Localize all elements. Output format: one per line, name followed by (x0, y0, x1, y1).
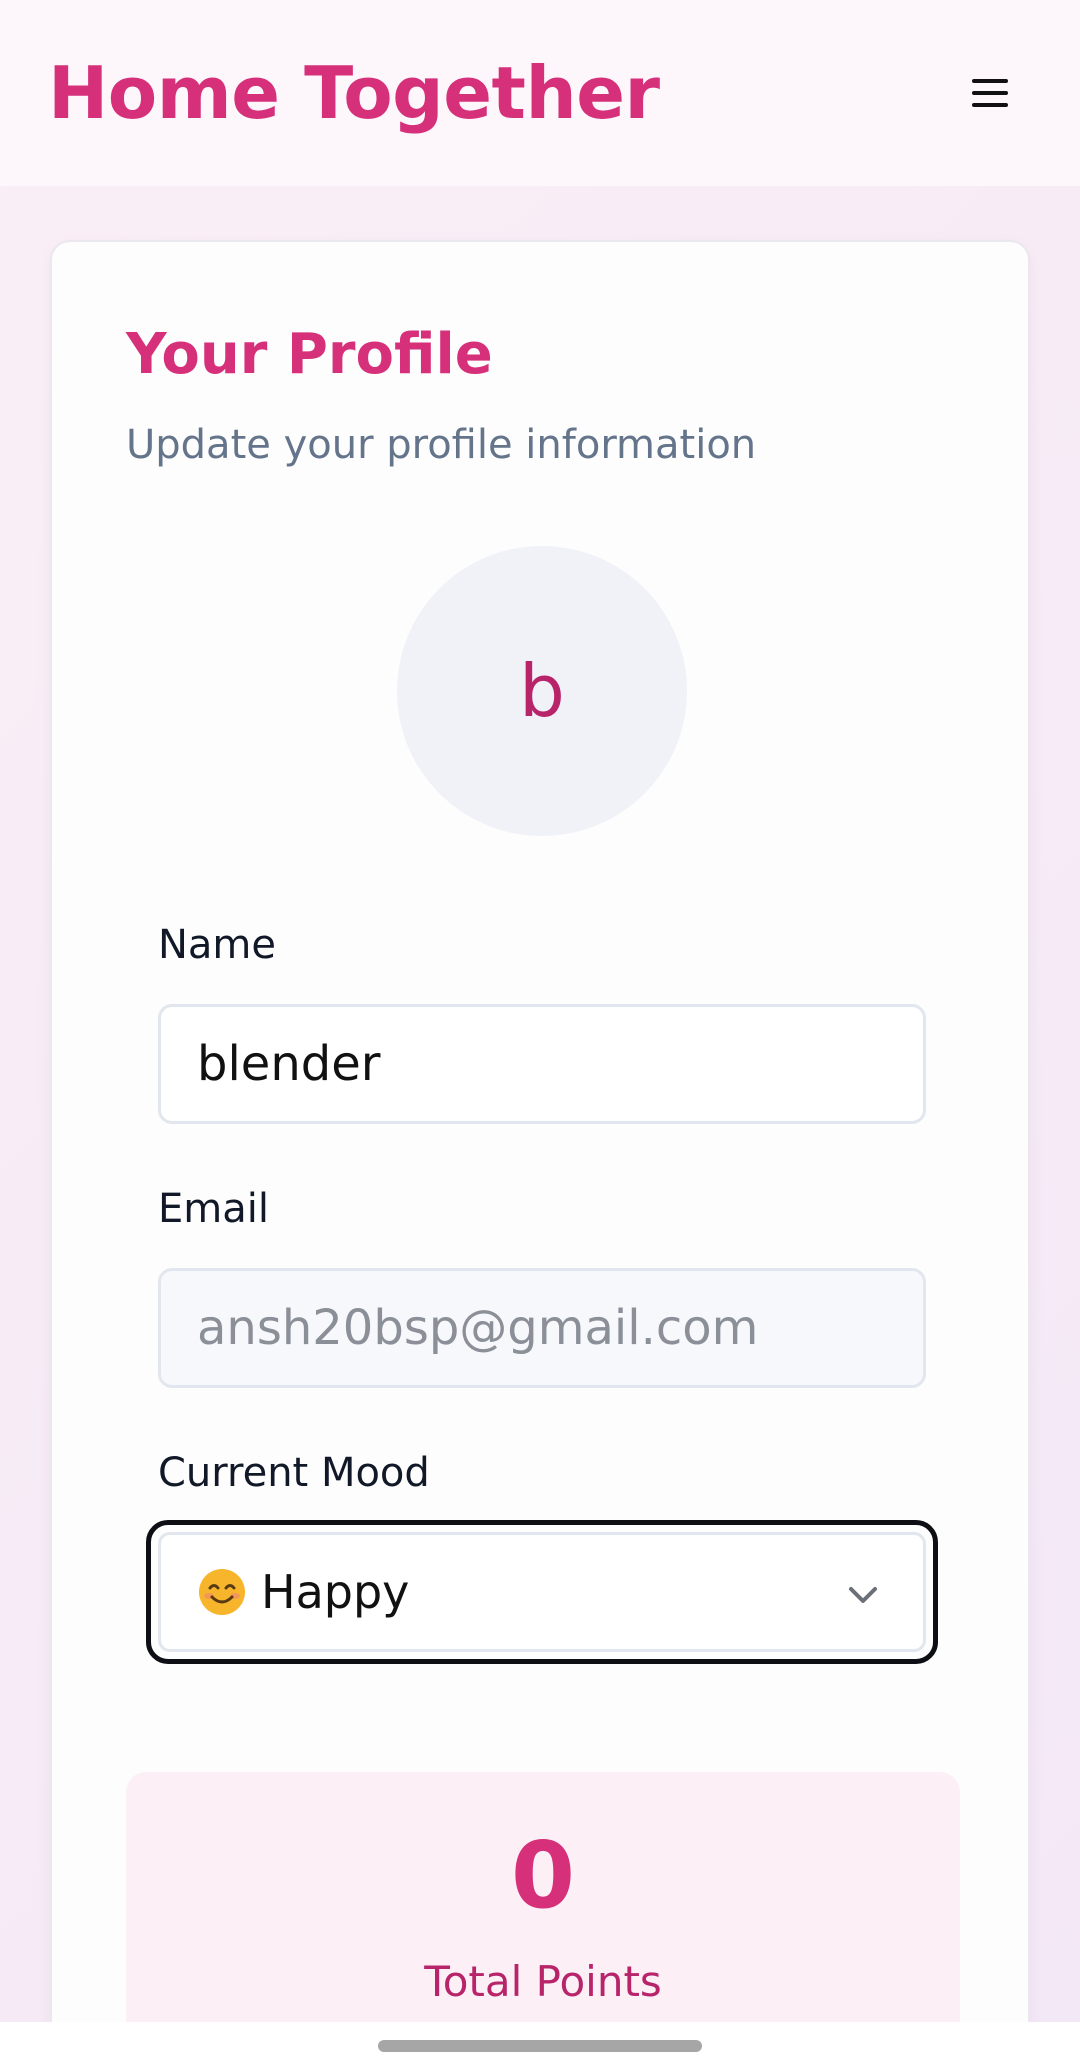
top-app-bar: Home Together (0, 0, 1080, 186)
app-screen: Home Together Your Profile Update your p… (0, 0, 1080, 2068)
mood-label: Current Mood (158, 1450, 430, 1496)
smiling-face-icon (197, 1567, 247, 1617)
email-field-value: ansh20bsp@gmail.com (197, 1300, 759, 1356)
name-input[interactable]: blender (158, 1004, 926, 1124)
points-value: 0 (510, 1822, 575, 1929)
name-label: Name (158, 922, 277, 968)
system-gesture-bar (0, 2022, 1080, 2068)
app-title: Home Together (48, 51, 660, 135)
hamburger-menu-icon (972, 79, 1008, 107)
points-label: Total Points (424, 1957, 662, 2006)
email-label: Email (158, 1186, 269, 1232)
profile-card: Your Profile Update your profile informa… (50, 240, 1030, 2068)
avatar[interactable]: b (397, 546, 687, 836)
name-input-value: blender (197, 1036, 381, 1092)
home-indicator[interactable] (378, 2040, 702, 2052)
avatar-initial: b (519, 649, 565, 733)
menu-button[interactable] (958, 61, 1022, 125)
email-field: ansh20bsp@gmail.com (158, 1268, 926, 1388)
mood-select[interactable]: Happy (158, 1532, 926, 1652)
chevron-down-icon (849, 1587, 877, 1603)
profile-subtitle: Update your profile information (126, 422, 757, 468)
profile-title: Your Profile (126, 322, 493, 387)
mood-select-value: Happy (261, 1565, 410, 1619)
